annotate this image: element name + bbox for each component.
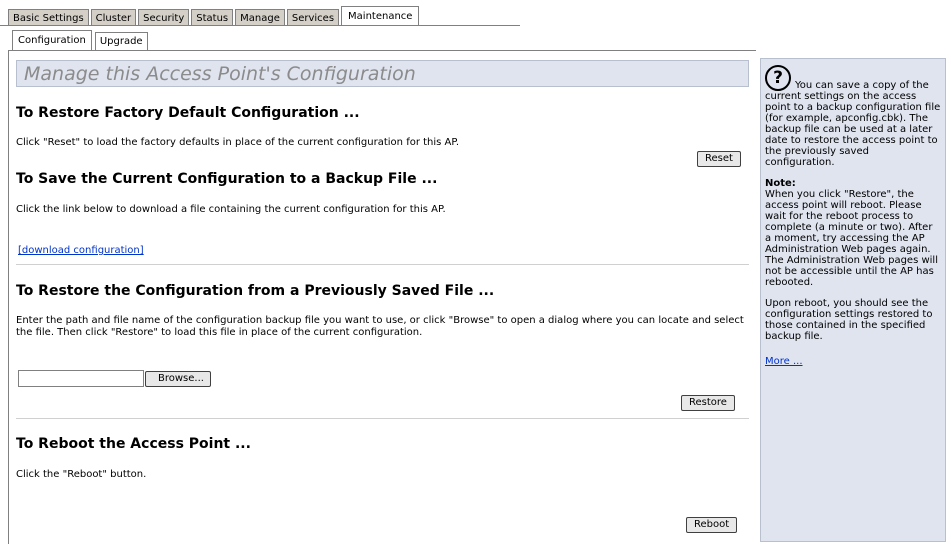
help-icon: ?: [765, 65, 791, 91]
tab-cluster[interactable]: Cluster: [90, 9, 137, 26]
section-divider: [16, 418, 749, 419]
sub-tab-bar: Configuration Upgrade: [12, 30, 151, 50]
tab-basic-settings[interactable]: Basic Settings: [8, 9, 89, 26]
main-tab-bar: Basic Settings Cluster Security Status M…: [8, 5, 421, 26]
reboot-heading: To Reboot the Access Point ...: [16, 436, 251, 452]
reset-button[interactable]: Reset: [697, 151, 741, 167]
tab-bar-divider: [0, 25, 520, 26]
help-more-link[interactable]: More ...: [765, 356, 803, 367]
tab-security[interactable]: Security: [138, 9, 190, 26]
backup-text: Click the link below to download a file …: [16, 204, 446, 215]
help-note-text: When you click "Restore", the access poi…: [765, 189, 938, 288]
tab-maintenance[interactable]: Maintenance: [341, 6, 420, 26]
subtab-upgrade[interactable]: Upgrade: [94, 32, 148, 50]
factory-reset-heading: To Restore Factory Default Configuration…: [16, 105, 360, 121]
page-title: Manage this Access Point's Configuration: [16, 60, 749, 87]
help-reboot-text: Upon reboot, you should see the configur…: [765, 298, 933, 342]
backup-heading: To Save the Current Configuration to a B…: [16, 171, 438, 187]
backup-file-path-input[interactable]: [18, 370, 144, 387]
browse-button[interactable]: Browse...: [145, 371, 211, 387]
help-note-title: Note:: [765, 178, 796, 189]
section-divider: [16, 264, 749, 265]
help-panel: ? You can save a copy of the current sett…: [760, 58, 946, 542]
help-intro-text: You can save a copy of the current setti…: [765, 80, 941, 168]
tab-manage[interactable]: Manage: [235, 9, 285, 26]
restore-button[interactable]: Restore: [681, 395, 735, 411]
restore-heading: To Restore the Configuration from a Prev…: [16, 283, 495, 299]
reboot-button[interactable]: Reboot: [686, 517, 738, 533]
tab-status[interactable]: Status: [191, 9, 234, 26]
restore-text: Enter the path and file name of the conf…: [16, 315, 744, 338]
download-configuration-link[interactable]: [download configuration]: [18, 245, 144, 256]
tab-services[interactable]: Services: [286, 9, 340, 26]
factory-reset-text: Click "Reset" to load the factory defaul…: [16, 137, 460, 148]
subtab-configuration[interactable]: Configuration: [12, 30, 92, 50]
reboot-text: Click the "Reboot" button.: [16, 469, 147, 480]
